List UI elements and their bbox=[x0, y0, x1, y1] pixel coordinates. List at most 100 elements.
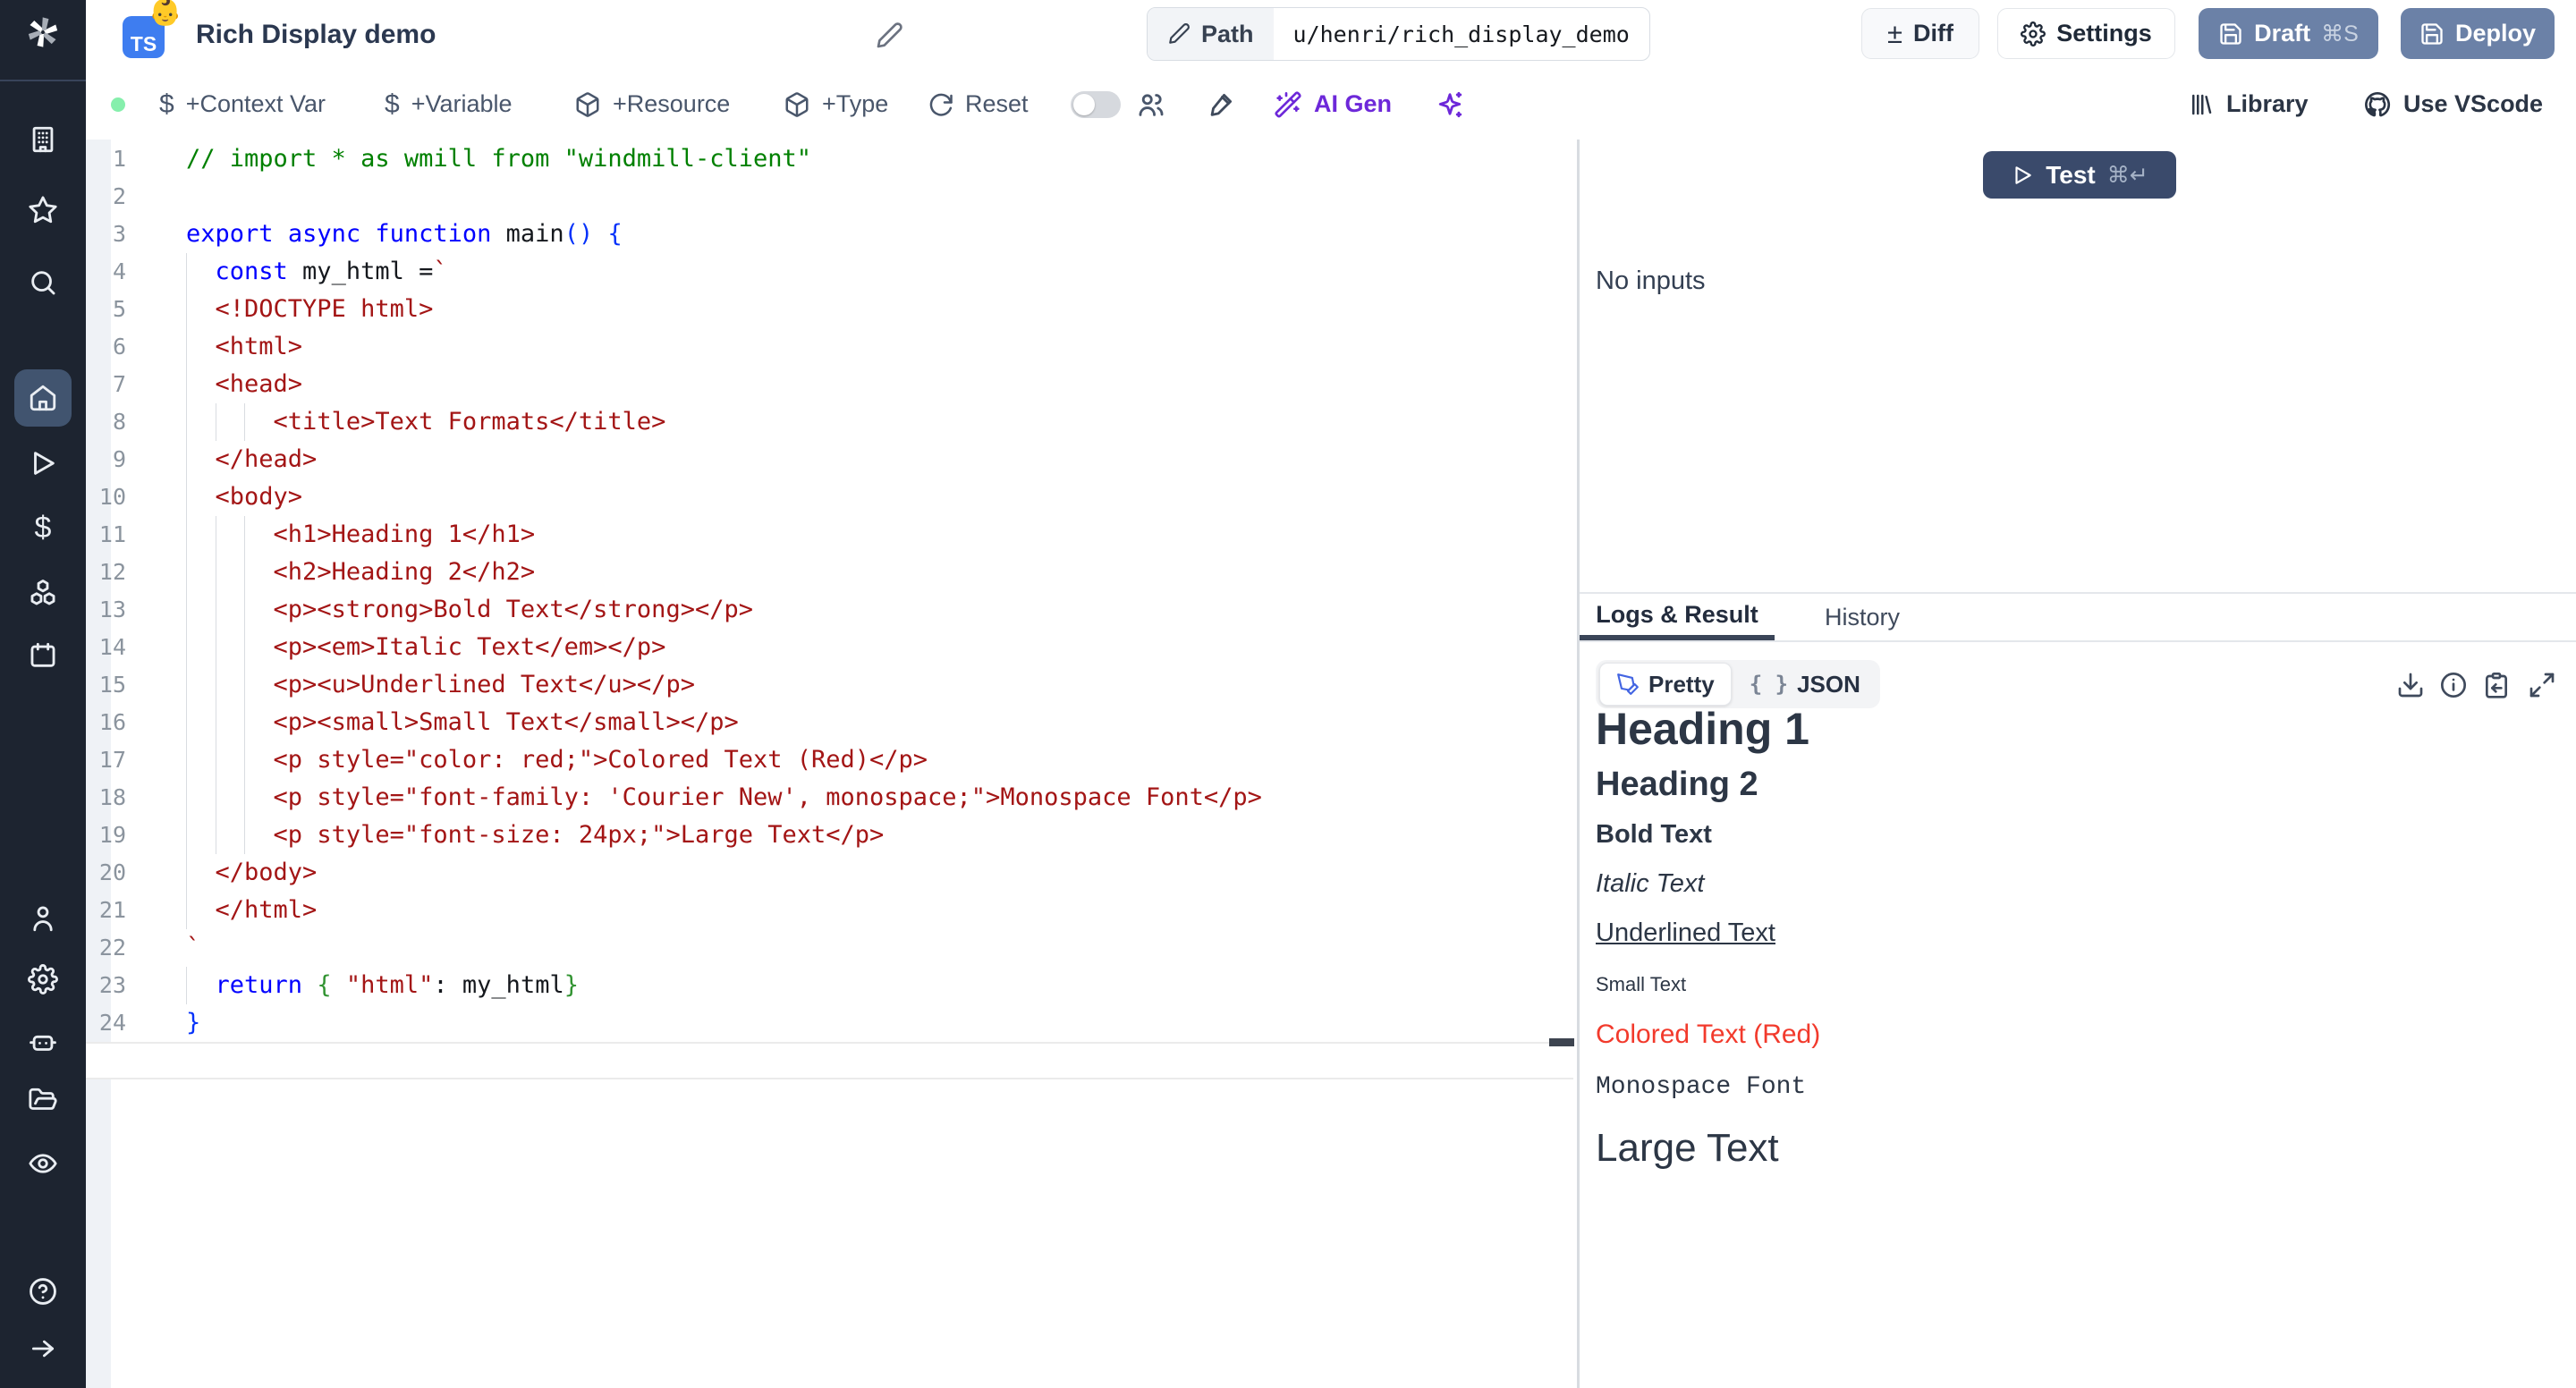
line-number: 8 bbox=[86, 403, 126, 441]
code-text: <h1>Heading 1</h1> bbox=[186, 516, 535, 554]
result-item-lg: Large Text bbox=[1596, 1126, 2490, 1171]
star-icon[interactable] bbox=[26, 193, 60, 227]
code-line[interactable]: 7 <head> bbox=[86, 366, 1577, 403]
info-icon[interactable] bbox=[2439, 671, 2468, 699]
code-text: </body> bbox=[186, 854, 317, 892]
code-line[interactable]: 13 <p><strong>Bold Text</strong></p> bbox=[86, 591, 1577, 629]
panel-resize-handle[interactable] bbox=[1549, 1038, 1574, 1046]
sparkles-icon[interactable] bbox=[1435, 89, 1465, 120]
test-button[interactable]: Test ⌘↵ bbox=[1983, 151, 2176, 199]
code-line[interactable]: 4 const my_html =` bbox=[86, 253, 1577, 291]
code-line[interactable]: 2 bbox=[86, 178, 1577, 216]
line-number: 21 bbox=[86, 892, 126, 929]
building-icon[interactable] bbox=[26, 123, 60, 157]
json-mode-button[interactable]: { } JSON bbox=[1733, 664, 1877, 705]
code-line[interactable]: 12 <h2>Heading 2</h2> bbox=[86, 554, 1577, 591]
folder-open-icon[interactable] bbox=[26, 1084, 60, 1118]
windmill-logo[interactable] bbox=[26, 16, 60, 50]
result-item-h1: Heading 1 bbox=[1596, 703, 2490, 755]
runs-play-icon[interactable] bbox=[26, 446, 60, 480]
expand-fullscreen-icon[interactable] bbox=[2528, 671, 2556, 699]
status-dot bbox=[111, 97, 125, 112]
code-text: <head> bbox=[186, 366, 302, 403]
code-line[interactable]: 19 <p style="font-size: 24px;">Large Tex… bbox=[86, 817, 1577, 854]
code-text: <body> bbox=[186, 478, 302, 516]
left-sidebar: $ bbox=[0, 0, 86, 1388]
code-line[interactable]: 15 <p><u>Underlined Text</u></p> bbox=[86, 666, 1577, 704]
code-text: return { "html": my_html} bbox=[186, 967, 579, 1004]
code-line[interactable]: 14 <p><em>Italic Text</em></p> bbox=[86, 629, 1577, 666]
format-brush-icon[interactable] bbox=[1206, 89, 1236, 120]
code-editor[interactable]: 1// import * as wmill from "windmill-cli… bbox=[86, 140, 1577, 1388]
braces-icon: { } bbox=[1750, 672, 1788, 697]
no-inputs-text: No inputs bbox=[1596, 267, 1706, 296]
save-icon bbox=[2419, 21, 2445, 47]
code-line[interactable]: 17 <p style="color: red;">Colored Text (… bbox=[86, 741, 1577, 779]
code-line[interactable]: 22` bbox=[86, 929, 1577, 967]
code-line[interactable]: 9 </head> bbox=[86, 441, 1577, 478]
reset-button[interactable]: Reset bbox=[927, 70, 1029, 139]
draft-button[interactable]: Draft ⌘S bbox=[2199, 8, 2378, 59]
code-line[interactable]: 11 <h1>Heading 1</h1> bbox=[86, 516, 1577, 554]
user-icon[interactable] bbox=[26, 901, 60, 935]
code-line[interactable]: 5 <!DOCTYPE html> bbox=[86, 291, 1577, 328]
tab-logs-result[interactable]: Logs & Result bbox=[1580, 594, 1775, 640]
multiplayer-users-icon[interactable] bbox=[1136, 89, 1166, 120]
code-text: <!DOCTYPE html> bbox=[186, 291, 433, 328]
add-context-var-button[interactable]: $ +Context Var bbox=[159, 70, 326, 139]
add-variable-button[interactable]: $ +Variable bbox=[385, 70, 513, 139]
line-number: 6 bbox=[86, 328, 126, 366]
ai-gen-button[interactable]: AI Gen bbox=[1274, 70, 1392, 139]
code-line[interactable]: 24} bbox=[86, 1004, 1577, 1042]
settings-gear-icon[interactable] bbox=[26, 962, 60, 996]
result-item-b: Bold Text bbox=[1596, 820, 2490, 850]
help-icon[interactable] bbox=[26, 1274, 60, 1308]
add-type-button[interactable]: +Type bbox=[784, 70, 888, 139]
deploy-button[interactable]: Deploy bbox=[2401, 8, 2555, 59]
robot-icon[interactable] bbox=[26, 1025, 60, 1059]
collapse-arrow-right-icon[interactable] bbox=[26, 1332, 60, 1366]
settings-button[interactable]: Settings bbox=[1997, 8, 2175, 59]
code-text: export async function main() { bbox=[186, 216, 623, 253]
code-line[interactable]: 3export async function main() { bbox=[86, 216, 1577, 253]
code-line[interactable]: 1// import * as wmill from "windmill-cli… bbox=[86, 140, 1577, 178]
schedules-calendar-icon[interactable] bbox=[26, 639, 60, 673]
diff-mode-toggle[interactable] bbox=[1071, 91, 1121, 118]
line-number: 1 bbox=[86, 140, 126, 178]
diff-button[interactable]: ± Diff bbox=[1861, 8, 1979, 59]
download-icon[interactable] bbox=[2396, 671, 2425, 699]
add-resource-button[interactable]: +Resource bbox=[574, 70, 730, 139]
save-icon bbox=[2218, 21, 2243, 47]
top-header: TS 👶 Rich Display demo Path u/henri/rich… bbox=[86, 0, 2576, 71]
code-text: <p style="font-family: 'Courier New', mo… bbox=[186, 779, 1262, 817]
line-number: 2 bbox=[86, 178, 126, 216]
library-button[interactable]: Library bbox=[2188, 70, 2309, 139]
resources-cubes-icon[interactable] bbox=[26, 576, 60, 610]
copy-result-clipboard-icon[interactable] bbox=[2482, 671, 2511, 699]
github-octocat-icon bbox=[2363, 90, 2392, 119]
code-line[interactable]: 23 return { "html": my_html} bbox=[86, 967, 1577, 1004]
code-line[interactable]: 16 <p><small>Small Text</small></p> bbox=[86, 704, 1577, 741]
path-label: Path bbox=[1201, 21, 1254, 48]
code-line[interactable]: 18 <p style="font-family: 'Courier New',… bbox=[86, 779, 1577, 817]
use-vscode-button[interactable]: Use VScode bbox=[2363, 70, 2543, 139]
variables-dollar-icon[interactable]: $ bbox=[26, 511, 60, 545]
package-icon bbox=[574, 91, 601, 118]
path-value[interactable]: u/henri/rich_display_demo bbox=[1274, 8, 1649, 60]
code-line[interactable]: 6 <html> bbox=[86, 328, 1577, 366]
edit-summary-pencil-icon[interactable] bbox=[875, 21, 903, 50]
path-field[interactable]: Path u/henri/rich_display_demo bbox=[1147, 7, 1650, 61]
pretty-mode-button[interactable]: Pretty bbox=[1599, 663, 1732, 706]
code-line[interactable]: 8 <title>Text Formats</title> bbox=[86, 403, 1577, 441]
home-icon[interactable] bbox=[26, 381, 60, 415]
code-line[interactable]: 10 <body> bbox=[86, 478, 1577, 516]
code-text: <p><em>Italic Text</em></p> bbox=[186, 629, 665, 666]
search-icon[interactable] bbox=[26, 266, 60, 300]
code-line[interactable]: 21 </html> bbox=[86, 892, 1577, 929]
eye-icon[interactable] bbox=[26, 1147, 60, 1181]
tab-history[interactable]: History bbox=[1805, 594, 1919, 640]
result-item-red: Colored Text (Red) bbox=[1596, 1020, 2490, 1050]
line-number: 7 bbox=[86, 366, 126, 403]
code-line[interactable]: 20 </body> bbox=[86, 854, 1577, 892]
code-text: <html> bbox=[186, 328, 302, 366]
